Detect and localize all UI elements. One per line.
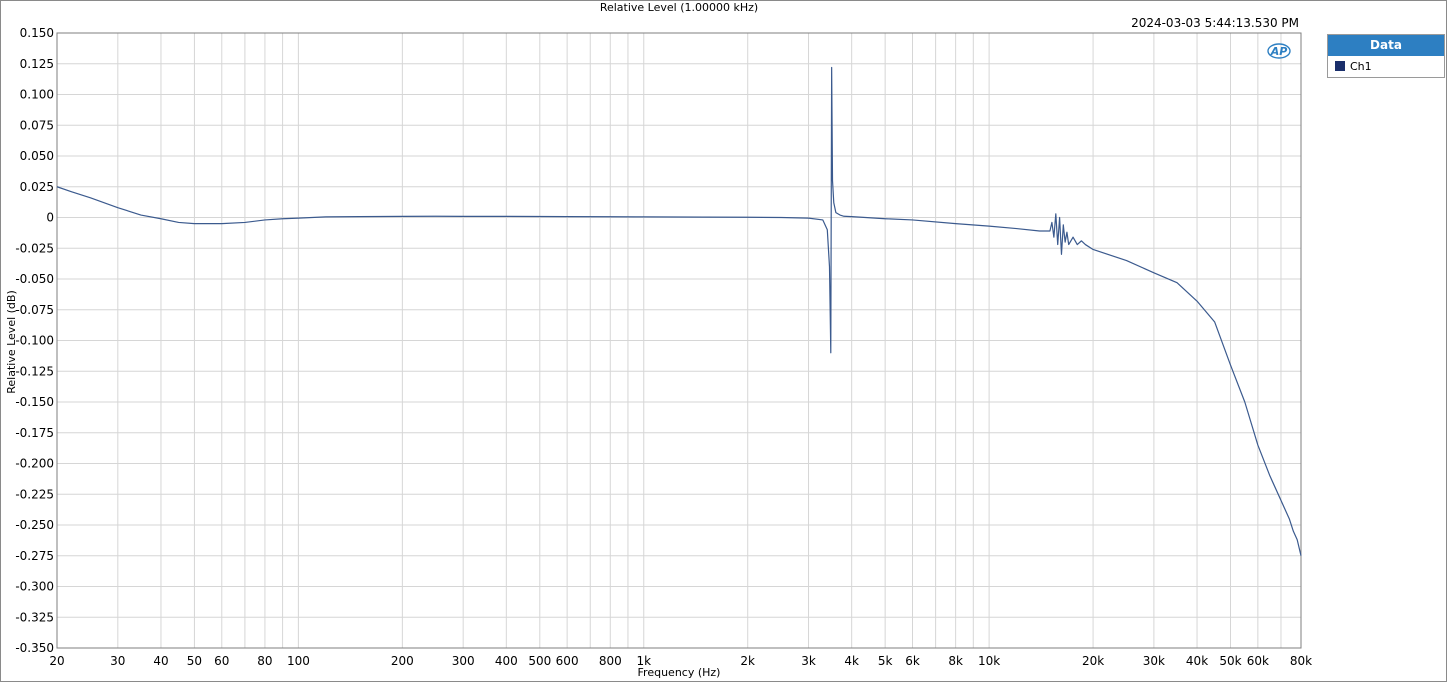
y-tick-label: 0.100: [20, 88, 54, 102]
x-tick-label: 20: [49, 654, 64, 668]
x-tick-label: 50k: [1219, 654, 1241, 668]
legend: Data Ch1: [1327, 34, 1445, 78]
x-tick-label: 80k: [1290, 654, 1312, 668]
x-tick-label: 60: [214, 654, 229, 668]
x-tick-label: 30k: [1143, 654, 1165, 668]
y-tick-label: -0.075: [15, 303, 54, 317]
y-tick-label: -0.125: [15, 364, 54, 378]
x-tick-label: 30: [110, 654, 125, 668]
x-tick-label: 4k: [844, 654, 859, 668]
x-tick-label: 2k: [740, 654, 755, 668]
legend-title: Data: [1328, 35, 1444, 56]
x-tick-label: 400: [495, 654, 518, 668]
x-tick-label: 80: [257, 654, 272, 668]
y-tick-label: -0.350: [15, 641, 54, 655]
chart-title: Relative Level (1.00000 kHz): [600, 1, 758, 14]
x-tick-label: 60k: [1247, 654, 1269, 668]
relative-level-chart: 0.150 0.125 0.100 0.075 0.050 0.025 0 -0.025 -0.…: [5, 1, 1312, 679]
y-tick-label: -0.050: [15, 272, 54, 286]
svg-text:AP: AP: [1270, 45, 1288, 58]
y-tick-label: -0.150: [15, 395, 54, 409]
x-tick-label: 50: [187, 654, 202, 668]
y-tick-label: 0.050: [20, 149, 54, 163]
x-tick-label: 200: [391, 654, 414, 668]
timestamp: 2024-03-03 5:44:13.530 PM: [1131, 16, 1299, 30]
y-tick-label: -0.200: [15, 457, 54, 471]
y-tick-label: -0.250: [15, 518, 54, 532]
y-tick-label: 0.150: [20, 26, 54, 40]
y-tick-label: -0.325: [15, 610, 54, 624]
x-tick-label: 40: [153, 654, 168, 668]
y-tick-label: -0.175: [15, 426, 54, 440]
ap-logo-icon: AP: [1267, 43, 1291, 59]
y-tick-label: 0.025: [20, 180, 54, 194]
y-axis-label: Relative Level (dB): [5, 290, 18, 394]
y-tick-label: 0: [46, 211, 54, 225]
grid: [57, 33, 1301, 648]
x-tick-label: 800: [599, 654, 622, 668]
legend-swatch: [1335, 61, 1345, 71]
y-tick-label: -0.025: [15, 241, 54, 255]
x-tick-label: 8k: [948, 654, 963, 668]
x-axis-label: Frequency (Hz): [638, 666, 721, 679]
y-tick-label: -0.275: [15, 549, 54, 563]
x-tick-label: 3k: [801, 654, 816, 668]
legend-label: Ch1: [1350, 59, 1372, 73]
x-tick-label: 40k: [1186, 654, 1208, 668]
y-tick-labels: 0.150 0.125 0.100 0.075 0.050 0.025 0 -0.025 -0.…: [15, 26, 54, 655]
x-tick-label: 500: [528, 654, 551, 668]
y-tick-label: 0.075: [20, 118, 54, 132]
series-line-ch1: [56, 66, 1302, 556]
x-tick-label: 300: [452, 654, 475, 668]
y-tick-label: 0.125: [20, 57, 54, 71]
y-tick-label: -0.225: [15, 487, 54, 501]
x-tick-label: 600: [556, 654, 579, 668]
y-tick-label: -0.300: [15, 580, 54, 594]
x-tick-label: 10k: [978, 654, 1000, 668]
legend-item-ch1[interactable]: Ch1: [1328, 56, 1444, 76]
y-tick-label: -0.100: [15, 334, 54, 348]
x-tick-label: 5k: [878, 654, 893, 668]
chart-frame: 0.150 0.125 0.100 0.075 0.050 0.025 0 -0.025 -0.…: [0, 0, 1447, 682]
x-tick-label: 20k: [1082, 654, 1104, 668]
x-tick-label: 6k: [905, 654, 920, 668]
x-tick-label: 100: [287, 654, 310, 668]
